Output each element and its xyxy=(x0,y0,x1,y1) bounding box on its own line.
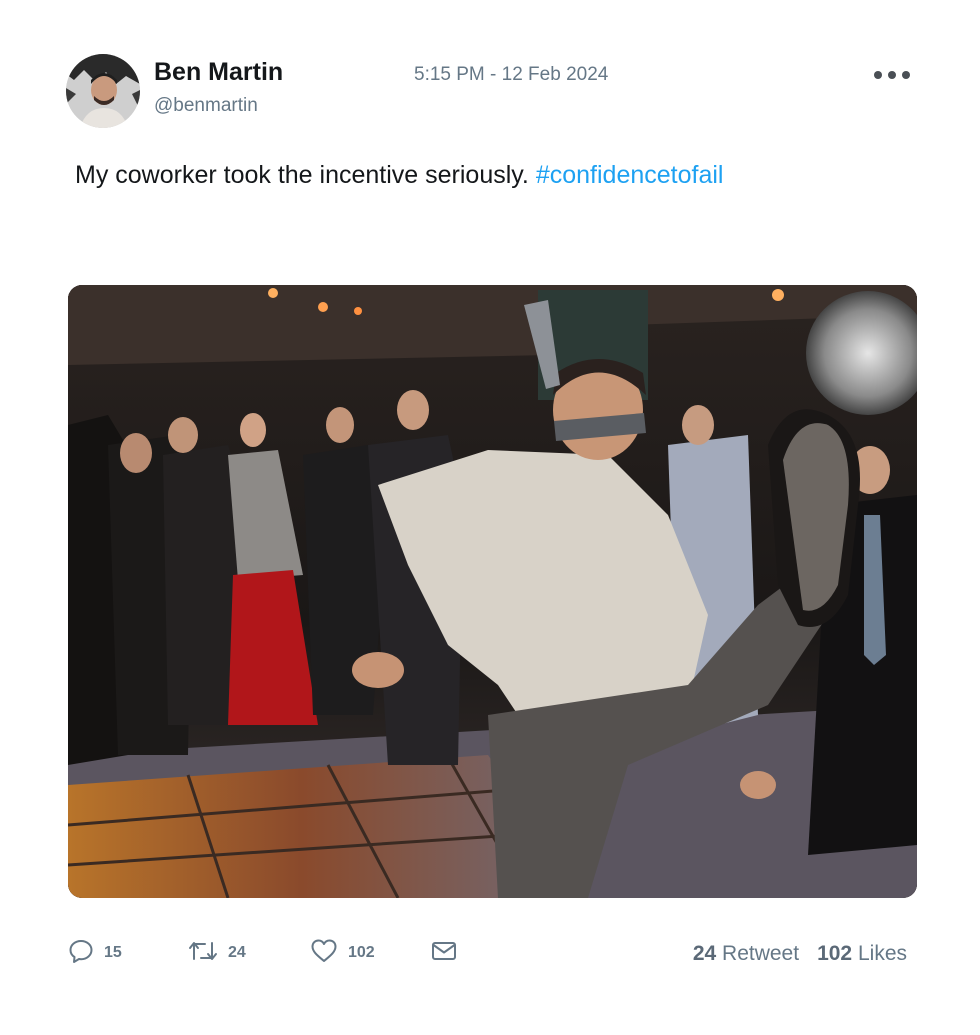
retweet-button[interactable]: 24 xyxy=(188,936,246,970)
dot xyxy=(888,71,896,79)
likes-stat-label: Likes xyxy=(857,942,907,965)
avatar[interactable] xyxy=(66,54,140,128)
retweet-stat-count: 24 xyxy=(692,942,717,965)
retweet-stat-label: Retweet xyxy=(722,942,800,965)
retweet-icon xyxy=(188,938,218,969)
tweet-photo[interactable] xyxy=(68,285,917,898)
envelope-icon xyxy=(430,938,458,969)
tweet-text: My coworker took the incentive seriously… xyxy=(75,161,723,190)
likes-stat-count: 102 xyxy=(817,942,853,965)
retweet-stat[interactable]: 24 Retweet xyxy=(693,942,799,965)
likes-stat[interactable]: 102 Likes xyxy=(817,942,907,965)
author-handle[interactable]: @benmartin xyxy=(154,95,258,117)
heart-icon xyxy=(310,938,338,969)
message-button[interactable] xyxy=(430,936,458,970)
more-dots-icon[interactable] xyxy=(874,66,920,84)
tweet-timestamp[interactable]: 5:15 PM - 12 Feb 2024 xyxy=(414,64,608,86)
tweet-body: My coworker took the incentive seriously… xyxy=(75,161,529,189)
dot xyxy=(874,71,882,79)
reply-icon xyxy=(68,938,94,969)
like-button[interactable]: 102 xyxy=(310,936,375,970)
tweet-stats: 24 Retweet 102 Likes xyxy=(693,942,907,966)
like-count: 102 xyxy=(348,944,375,961)
reply-button[interactable]: 15 xyxy=(68,936,122,970)
dot xyxy=(902,71,910,79)
author-name[interactable]: Ben Martin xyxy=(154,58,283,87)
reply-count: 15 xyxy=(104,944,122,961)
hashtag-link[interactable]: #confidencetofail xyxy=(536,161,724,189)
retweet-count: 24 xyxy=(228,944,246,961)
